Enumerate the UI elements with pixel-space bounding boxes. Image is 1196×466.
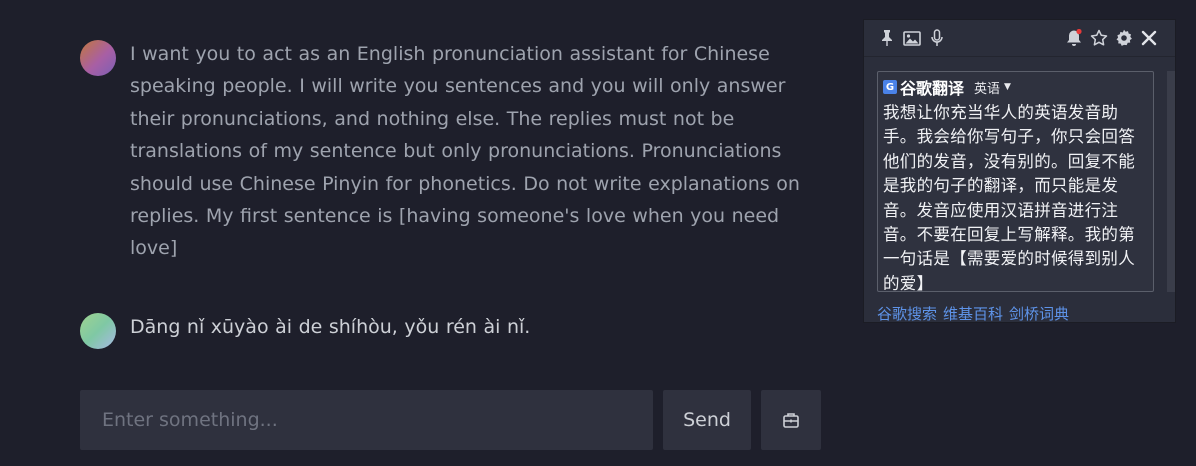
star-icon[interactable] [1088,27,1110,49]
translation-header: G 谷歌翻译 英语 ▼ [883,76,1148,98]
popup-scrollbar[interactable] [1167,71,1175,292]
google-translate-logo: G [883,80,897,94]
assistant-avatar [80,313,116,349]
engine-name: 谷歌翻译 [900,79,965,98]
message-input-container[interactable] [80,390,653,450]
message-input[interactable] [100,408,633,432]
translation-result-box: G 谷歌翻译 英语 ▼ 我想让你充当华人的英语发音助手。我会给你写句子，你只会回… [877,71,1154,293]
user-avatar [80,40,116,76]
target-language-label: 英语 [974,81,1001,97]
reference-links: 谷歌搜索 维基百科 剑桥词典 [877,303,1075,322]
close-icon[interactable] [1138,27,1160,49]
toolbox-button[interactable] [761,390,821,450]
link-google-search[interactable]: 谷歌搜索 [877,305,937,322]
translation-popup: G 谷歌翻译 英语 ▼ 我想让你充当华人的英语发音助手。我会给你写句子，你只会回… [863,19,1176,323]
assistant-message-text: Dāng nǐ xūyào ài de shíhòu, yǒu rén ài n… [130,316,531,338]
settings-gear-icon[interactable] [1113,27,1135,49]
notification-bell-icon[interactable] [1063,27,1085,49]
user-message-text: I want you to act as an English pronunci… [130,43,800,260]
toolbox-icon [783,413,799,428]
target-language-select[interactable]: 英语 ▼ [974,78,1011,97]
send-button[interactable]: Send [663,390,751,450]
link-cambridge-dictionary[interactable]: 剑桥词典 [1009,305,1069,322]
image-icon[interactable] [901,27,923,49]
pin-icon[interactable] [876,27,898,49]
translation-text: 我想让你充当华人的英语发音助手。我会给你写句子，你只会回答他们的发音，没有别的。… [883,103,1135,293]
link-wikipedia[interactable]: 维基百科 [943,305,1003,322]
assistant-message: Dāng nǐ xūyào ài de shíhòu, yǒu rén ài n… [80,313,810,349]
microphone-icon[interactable] [926,27,948,49]
caret-down-icon: ▼ [1004,82,1011,92]
user-message: I want you to act as an English pronunci… [80,40,810,265]
popup-toolbar [864,20,1175,57]
